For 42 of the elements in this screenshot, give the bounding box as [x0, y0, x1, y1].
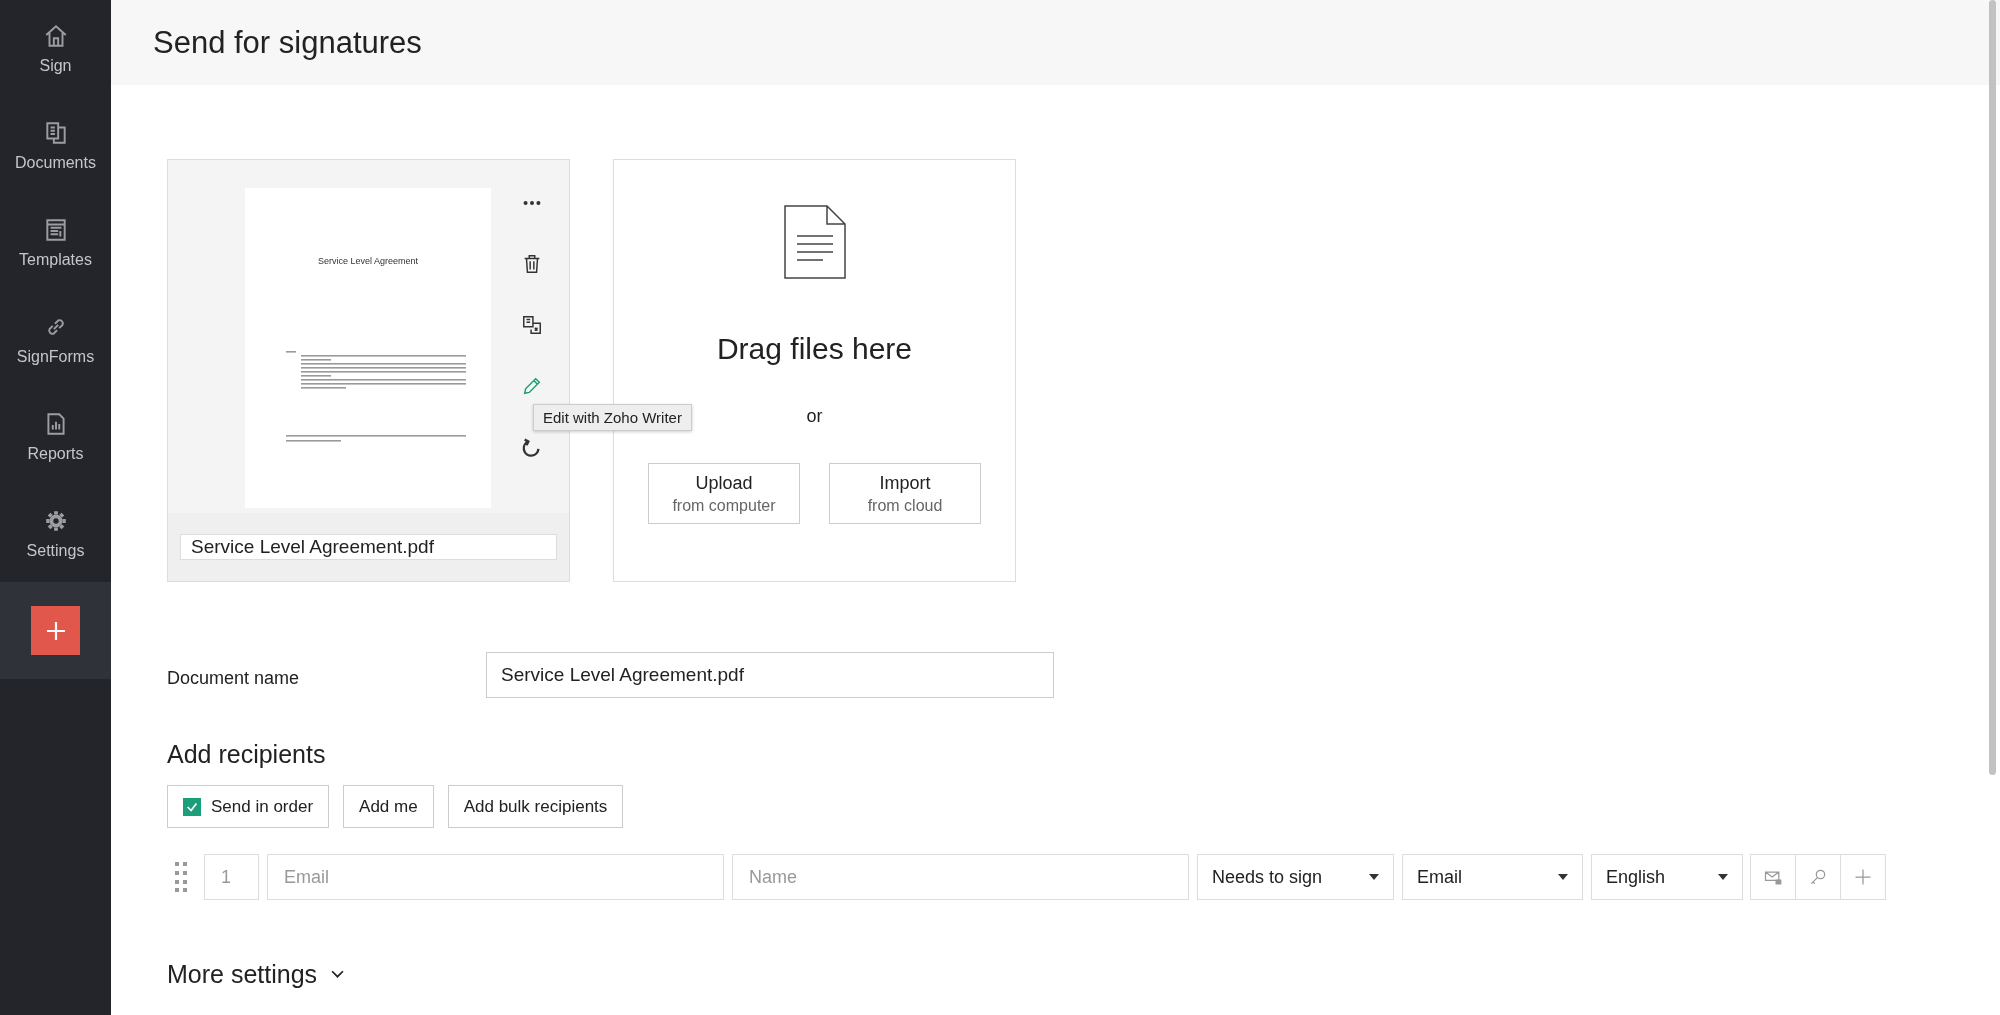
sidebar-item[interactable]: Templates [0, 194, 111, 291]
document-name-label: Document name [167, 666, 301, 689]
name-field[interactable]: Name [732, 854, 1189, 900]
sidebar-item[interactable]: Settings [0, 485, 111, 582]
caret-icon [1718, 874, 1728, 880]
checkbox[interactable] [183, 797, 201, 816]
send-in-order-button[interactable]: Send in order [167, 785, 330, 828]
or-text: or [806, 406, 823, 427]
drag-handle-icon[interactable] [175, 862, 187, 892]
role-dropdown[interactable]: Needs to sign [1197, 854, 1394, 900]
sidebar-item[interactable]: Documents [0, 97, 111, 194]
email-field[interactable]: Email [267, 854, 724, 900]
page-title: Send for signatures [153, 24, 422, 61]
delivery-dropdown[interactable]: Email [1402, 854, 1583, 900]
scrollbar[interactable] [1989, 0, 1996, 775]
pencil-icon[interactable] [521, 375, 543, 397]
file-name-field[interactable]: Service Level Agreement.pdf [180, 534, 557, 560]
document-name-field[interactable]: Service Level Agreement.pdf [486, 652, 1054, 698]
upload-option-button[interactable]: Upload from computer [648, 463, 800, 524]
key-icon [1808, 867, 1828, 887]
caret-icon [1369, 874, 1379, 880]
document-swap-icon[interactable] [521, 314, 543, 336]
plus-icon [44, 619, 67, 642]
file-icon [782, 204, 847, 280]
recipient-button[interactable]: Add bulk recipients [447, 785, 624, 828]
recipient-button[interactable]: Add me [343, 785, 434, 828]
upload-option-button[interactable]: Import from cloud [829, 463, 981, 524]
order-number: 1 [204, 854, 259, 900]
sidebar-item[interactable]: Sign [0, 0, 111, 97]
chevron-icon [331, 970, 345, 979]
language-dropdown[interactable]: English [1591, 854, 1743, 900]
add-button[interactable] [31, 606, 80, 655]
section-title: Add recipients [167, 740, 327, 769]
drag-files-text: Drag files here [716, 332, 913, 366]
caret-icon [1558, 874, 1568, 880]
sidebar-item[interactable]: Reports [0, 388, 111, 485]
private-message-button[interactable] [1750, 854, 1796, 900]
sidebar-item[interactable]: SignForms [0, 291, 111, 388]
preview-title: Service Level Agreement [317, 256, 419, 266]
tooltip: Edit with Zoho Writer [533, 404, 692, 431]
more-settings-toggle[interactable]: More settings [167, 960, 345, 989]
plus-icon [1853, 867, 1873, 887]
